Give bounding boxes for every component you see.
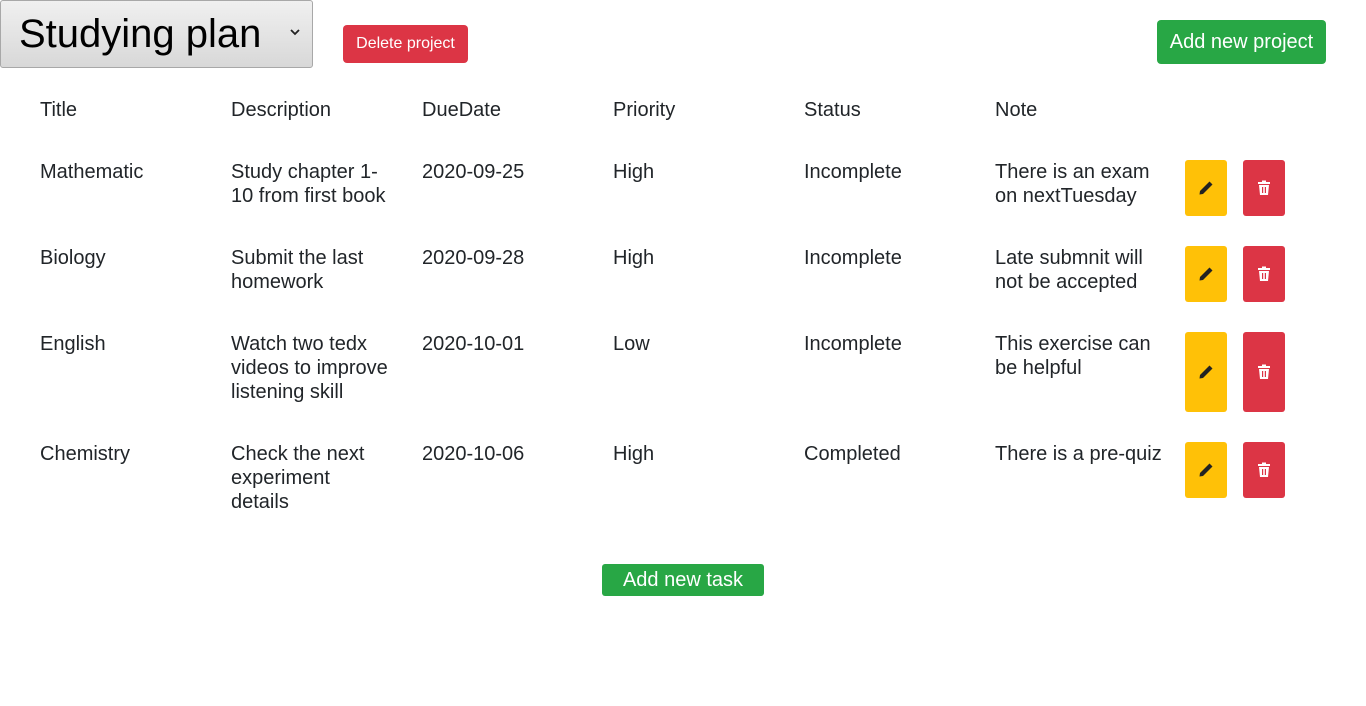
header-priority: Priority bbox=[613, 99, 676, 121]
project-select-value: Studying plan bbox=[19, 12, 262, 56]
row-actions bbox=[1178, 148, 1285, 234]
task-due-date: 2020-09-25 bbox=[422, 161, 525, 183]
chevron-down-icon bbox=[290, 29, 300, 36]
table-header-row: Title Description DueDate Priority Statu… bbox=[24, 86, 1285, 148]
row-actions bbox=[1178, 320, 1285, 430]
header-note: Note bbox=[995, 99, 1038, 121]
task-due-date: 2020-10-01 bbox=[422, 333, 525, 355]
delete-task-button[interactable] bbox=[1243, 160, 1285, 216]
edit-task-button[interactable] bbox=[1185, 160, 1227, 216]
project-select[interactable]: Studying plan bbox=[0, 0, 313, 68]
task-due-date: 2020-09-28 bbox=[422, 247, 525, 269]
delete-task-button[interactable] bbox=[1243, 246, 1285, 302]
trash-icon bbox=[1258, 180, 1270, 195]
header-duedate: DueDate bbox=[422, 99, 501, 121]
task-note: Late submnit will not be accepted bbox=[995, 247, 1143, 293]
add-project-button[interactable]: Add new project bbox=[1157, 20, 1326, 64]
trash-icon bbox=[1258, 462, 1270, 477]
pencil-icon bbox=[1199, 181, 1213, 195]
delete-task-button[interactable] bbox=[1243, 332, 1285, 412]
add-task-button[interactable]: Add new task bbox=[602, 564, 764, 596]
header-actions bbox=[1178, 86, 1285, 148]
task-note: There is a pre-quiz bbox=[995, 443, 1162, 465]
pencil-icon bbox=[1199, 365, 1213, 379]
table-row: Mathematic Study chapter 1-10 from first… bbox=[24, 148, 1285, 234]
task-priority: High bbox=[613, 443, 655, 465]
task-status: Incomplete bbox=[804, 161, 902, 183]
task-priority: High bbox=[613, 247, 655, 269]
task-note: This exercise can be helpful bbox=[995, 333, 1151, 379]
task-description: Study chapter 1-10 from first book bbox=[231, 161, 386, 207]
task-title: Mathematic bbox=[40, 161, 144, 183]
row-actions bbox=[1178, 234, 1285, 320]
table-row: English Watch two tedx videos to improve… bbox=[24, 320, 1285, 430]
task-priority: High bbox=[613, 161, 655, 183]
task-title: Biology bbox=[40, 247, 106, 269]
delete-task-button[interactable] bbox=[1243, 442, 1285, 498]
edit-task-button[interactable] bbox=[1185, 246, 1227, 302]
pencil-icon bbox=[1199, 463, 1213, 477]
header-description: Description bbox=[231, 99, 332, 121]
task-title: Chemistry bbox=[40, 443, 131, 465]
row-actions bbox=[1178, 430, 1285, 538]
task-description: Watch two tedx videos to improve listeni… bbox=[231, 333, 388, 403]
header-title: Title bbox=[40, 99, 78, 121]
pencil-icon bbox=[1199, 267, 1213, 281]
task-title: English bbox=[40, 333, 106, 355]
table-row: Chemistry Check the next experiment deta… bbox=[24, 430, 1285, 538]
table-row: Biology Submit the last homework 2020-09… bbox=[24, 234, 1285, 320]
edit-task-button[interactable] bbox=[1185, 442, 1227, 498]
task-status: Incomplete bbox=[804, 247, 902, 269]
task-due-date: 2020-10-06 bbox=[422, 443, 525, 465]
task-description: Check the next experiment details bbox=[231, 443, 365, 513]
header-status: Status bbox=[804, 99, 861, 121]
trash-icon bbox=[1258, 364, 1270, 379]
task-priority: Low bbox=[613, 333, 650, 355]
task-status: Completed bbox=[804, 443, 901, 465]
tasks-table: Title Description DueDate Priority Statu… bbox=[24, 86, 1285, 538]
task-status: Incomplete bbox=[804, 333, 902, 355]
task-note: There is an exam on nextTuesday bbox=[995, 161, 1150, 207]
edit-task-button[interactable] bbox=[1185, 332, 1227, 412]
task-description: Submit the last homework bbox=[231, 247, 364, 293]
delete-project-button[interactable]: Delete project bbox=[343, 25, 468, 63]
trash-icon bbox=[1258, 266, 1270, 281]
